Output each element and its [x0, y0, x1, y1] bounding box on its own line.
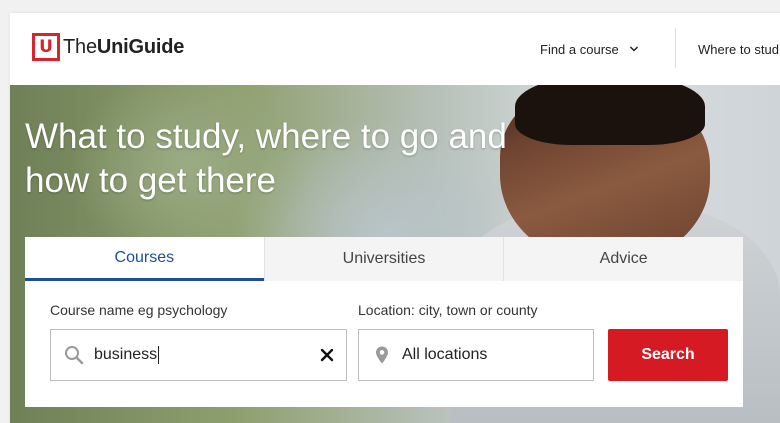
course-name-label: Course name eg psychology: [50, 302, 228, 318]
location-value: All locations: [402, 346, 488, 363]
search-tabs: Courses Universities Advice: [25, 237, 743, 281]
location-pin-icon: [376, 346, 388, 364]
close-icon[interactable]: [320, 348, 334, 362]
nav-divider: [675, 28, 676, 68]
logo-text-bold: UniGuide: [96, 35, 185, 58]
site-header: U TheUniGuide Find a course Where to stu…: [10, 13, 780, 85]
search-icon: [65, 346, 84, 365]
tab-courses[interactable]: Courses: [25, 237, 264, 281]
browser-viewport: U TheUniGuide Find a course Where to stu…: [10, 13, 780, 423]
logo-text-regular: The: [63, 35, 97, 58]
hero-title-line2: how to get there: [25, 161, 276, 200]
course-search-input[interactable]: business: [50, 329, 347, 381]
tab-universities[interactable]: Universities: [263, 237, 505, 281]
course-search-value: business: [94, 345, 320, 364]
hero-title-line1: What to study, where to go and: [25, 117, 507, 156]
location-label: Location: city, town or county: [358, 302, 538, 318]
nav-find-a-course[interactable]: Find a course: [540, 13, 639, 85]
course-search-text: business: [94, 346, 158, 364]
location-input[interactable]: All locations: [358, 329, 594, 381]
nav-find-a-course-label: Find a course: [540, 41, 619, 57]
text-cursor: [158, 345, 160, 364]
nav-where-to-study[interactable]: Where to stud: [698, 13, 779, 85]
tab-advice[interactable]: Advice: [504, 237, 743, 281]
search-button[interactable]: Search: [608, 329, 728, 381]
chevron-down-icon: [629, 46, 638, 52]
hero-title: What to study, where to go and how to ge…: [25, 115, 585, 203]
logo-text: TheUniGuide: [63, 36, 184, 59]
site-logo[interactable]: U TheUniGuide: [32, 33, 184, 61]
nav-where-to-study-label: Where to stud: [698, 41, 779, 57]
hero-banner: What to study, where to go and how to ge…: [10, 85, 780, 423]
search-panel: Courses Universities Advice Course name …: [25, 237, 743, 407]
logo-mark-icon: U: [32, 33, 60, 61]
